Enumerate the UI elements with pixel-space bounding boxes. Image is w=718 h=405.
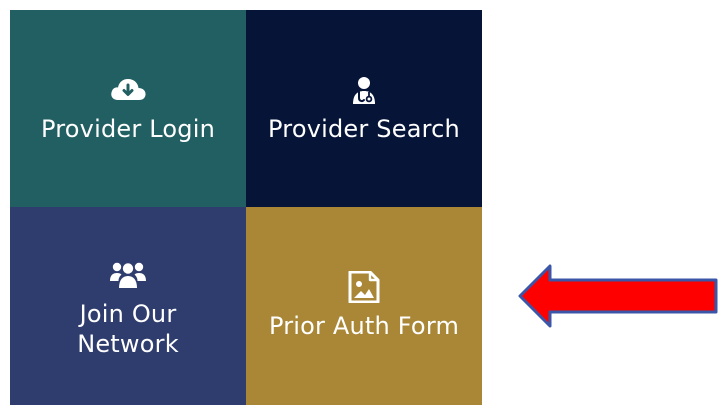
join-our-network-tile[interactable]: Join Our Network xyxy=(10,207,246,405)
image-file-icon xyxy=(344,270,384,304)
screenshot-stage: Provider Login Provider Search Join Our … xyxy=(0,0,718,405)
provider-search-label: Provider Search xyxy=(268,114,460,143)
left-arrow-icon xyxy=(518,264,718,328)
join-our-network-label: Join Our Network xyxy=(77,300,179,358)
users-group-icon xyxy=(108,259,148,291)
prior-auth-form-tile[interactable]: Prior Auth Form xyxy=(246,207,482,405)
quick-links-grid: Provider Login Provider Search Join Our … xyxy=(10,10,482,405)
provider-login-label: Provider Login xyxy=(41,114,215,143)
cloud-download-icon xyxy=(108,74,148,106)
prior-auth-form-label: Prior Auth Form xyxy=(268,312,460,340)
provider-login-tile[interactable]: Provider Login xyxy=(10,10,246,207)
doctor-stethoscope-icon xyxy=(344,74,384,106)
provider-search-tile[interactable]: Provider Search xyxy=(246,10,482,207)
